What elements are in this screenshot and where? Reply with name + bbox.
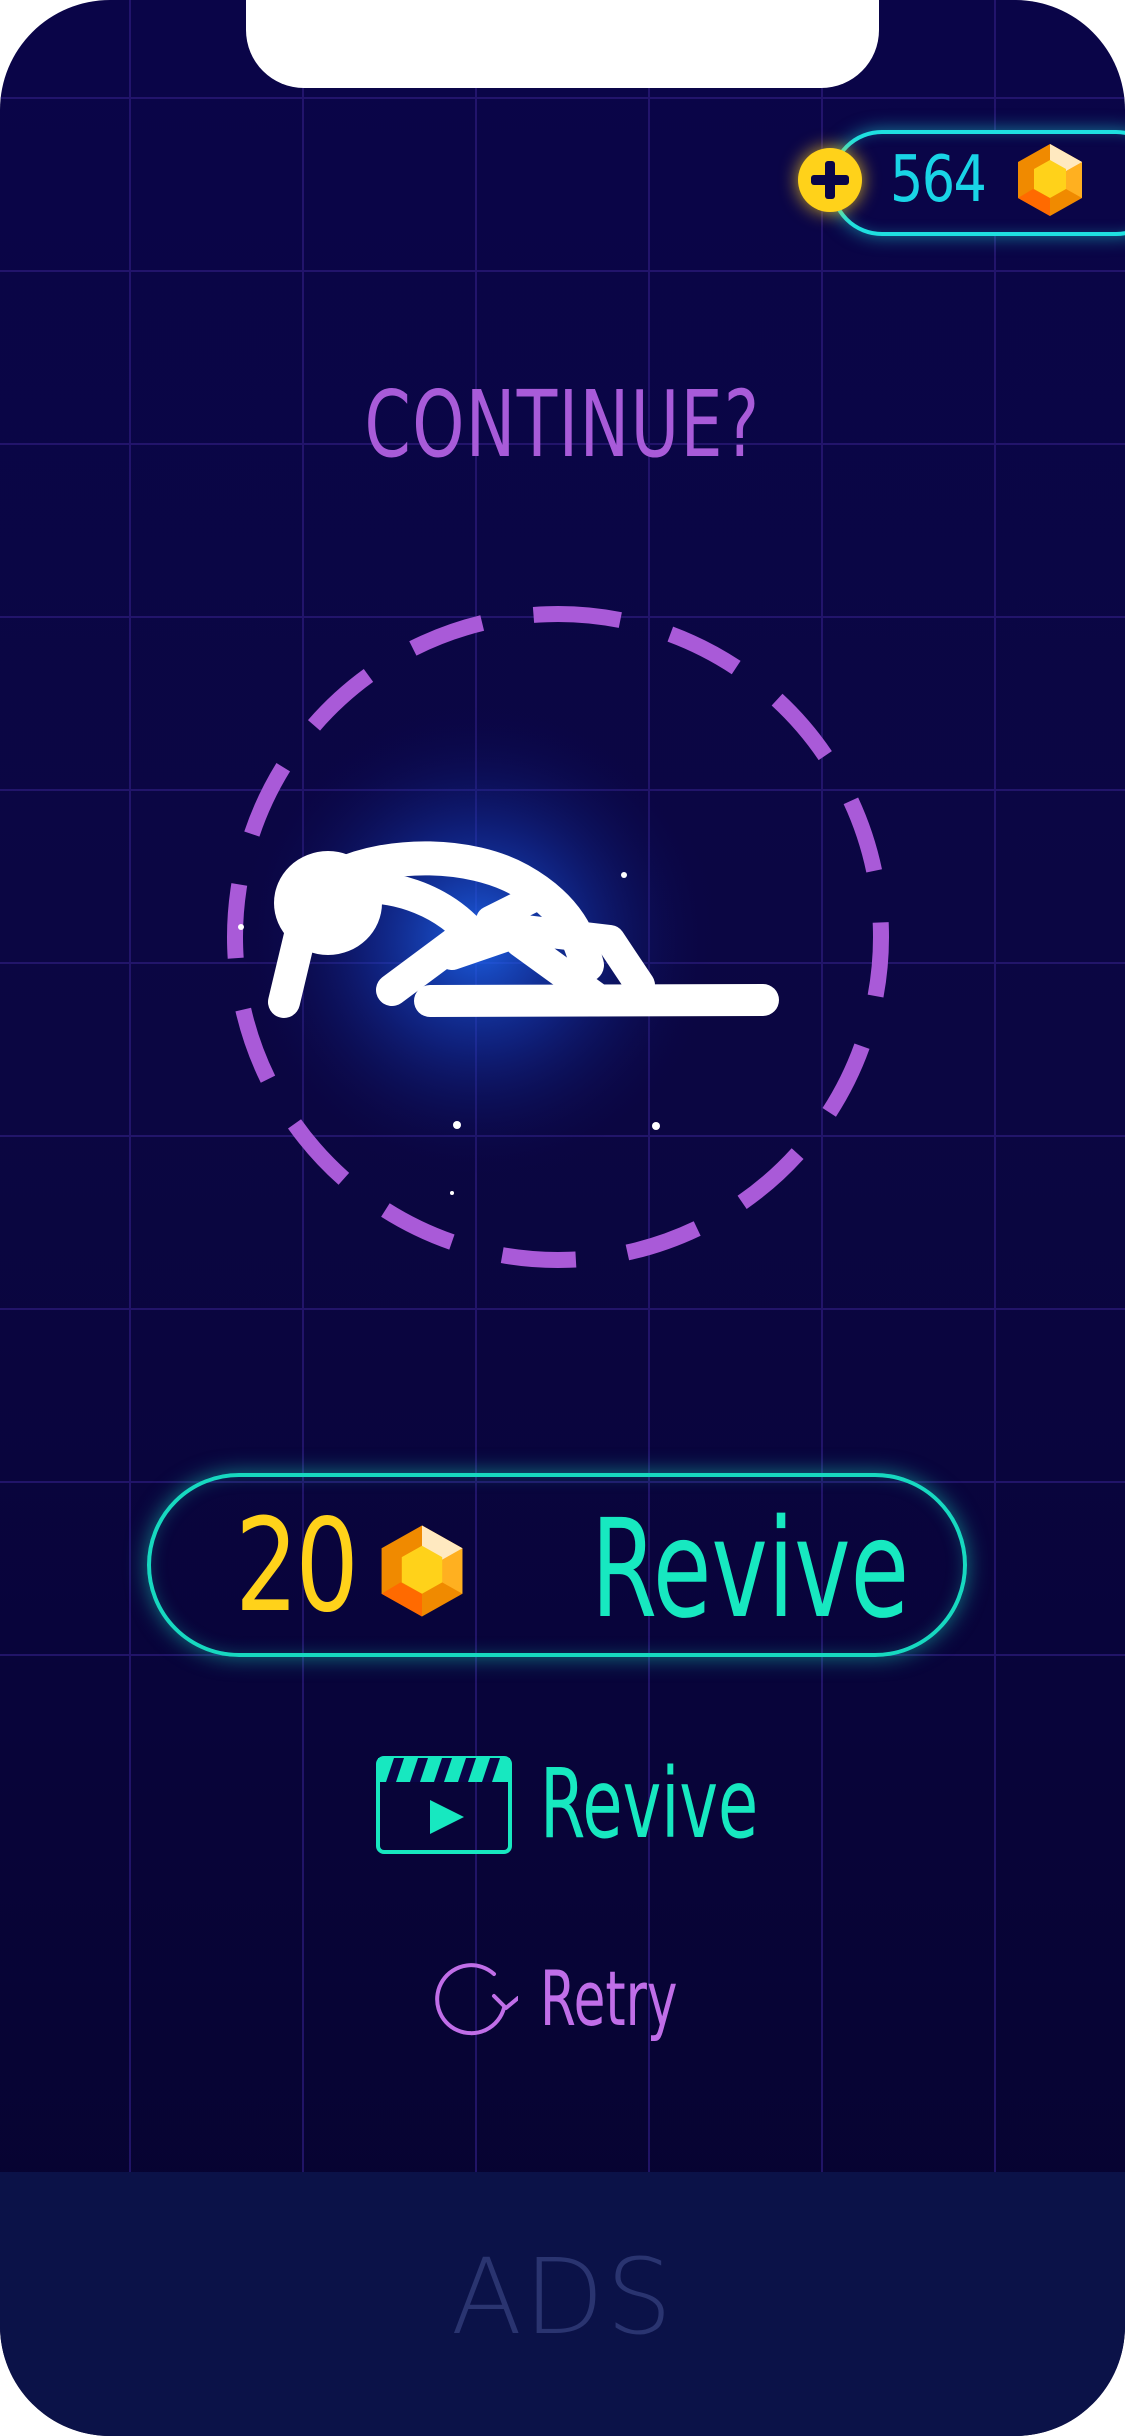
coin-count: 564 xyxy=(890,143,987,217)
plus-icon[interactable] xyxy=(798,148,862,212)
ad-banner[interactable]: ADS xyxy=(0,2172,1125,2436)
hexagon-gem-icon xyxy=(1018,144,1082,216)
fallen-stickman-icon xyxy=(227,606,889,1268)
ads-label: ADS xyxy=(450,2236,675,2358)
continue-heading: CONTINUE? xyxy=(364,371,761,478)
game-screen: 564 CONTINUE? 20 Revive Revive Retry ADS xyxy=(0,0,1125,2436)
revive-watch-ad-button[interactable]: Revive xyxy=(372,1748,762,1858)
retry-arrow-icon xyxy=(435,1963,518,2036)
retry-label: Retry xyxy=(540,1954,678,2043)
revive-label: Revive xyxy=(591,1491,910,1649)
hexagon-gem-icon xyxy=(381,1525,463,1617)
video-clapperboard-icon xyxy=(376,1756,512,1854)
retry-button[interactable]: Retry xyxy=(432,1950,692,2050)
revive-with-coins-button[interactable]: 20 Revive xyxy=(147,1473,967,1657)
revive-ad-label: Revive xyxy=(540,1748,759,1860)
device-notch xyxy=(246,0,879,88)
revive-cost: 20 xyxy=(235,1492,359,1641)
